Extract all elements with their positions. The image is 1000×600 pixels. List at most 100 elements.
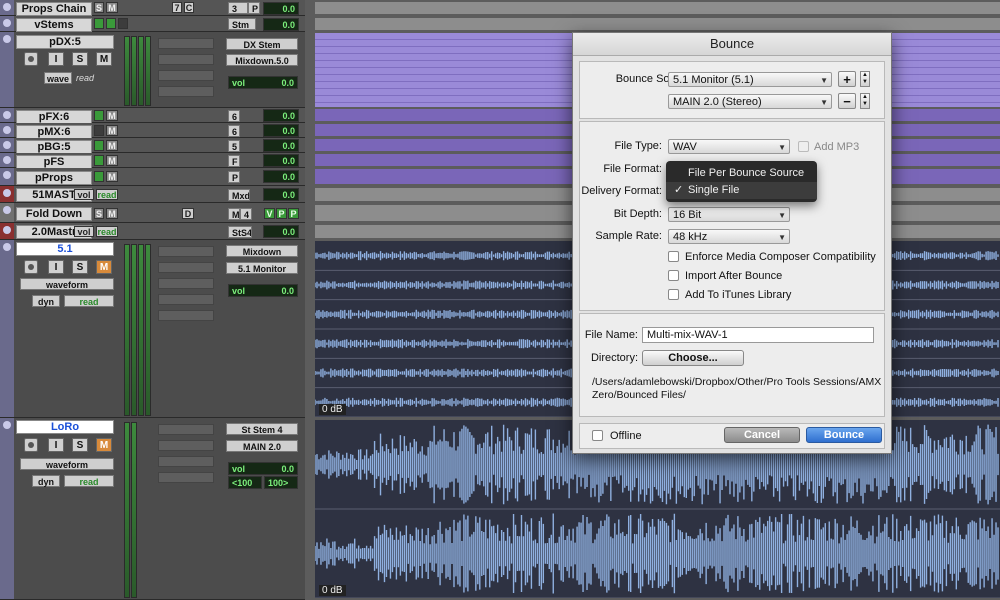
- mute-button[interactable]: M: [106, 125, 118, 136]
- insert-slot[interactable]: [158, 472, 214, 483]
- input-monitor-button[interactable]: [94, 155, 104, 166]
- input-button[interactable]: I: [48, 52, 64, 66]
- track-view-selector[interactable]: waveform: [20, 278, 114, 290]
- output-selector[interactable]: MAIN 2.0: [226, 440, 298, 452]
- mute-button[interactable]: M: [106, 171, 118, 182]
- output-selector[interactable]: 6: [228, 110, 240, 122]
- output-number[interactable]: 4: [240, 208, 252, 220]
- input-selector[interactable]: Mixdown: [226, 245, 298, 257]
- volume-readout[interactable]: 0.0: [263, 18, 299, 31]
- mute-button[interactable]: M: [106, 208, 118, 219]
- output-p[interactable]: P: [248, 2, 260, 14]
- insert-slot[interactable]: [158, 86, 214, 97]
- solo-button[interactable]: S: [72, 438, 88, 452]
- track-name[interactable]: pDX:5: [16, 35, 114, 49]
- io-number[interactable]: 7: [172, 2, 182, 13]
- cancel-button[interactable]: Cancel: [724, 427, 800, 443]
- input-monitor-button[interactable]: [94, 140, 104, 151]
- volume-readout[interactable]: vol 0.0: [228, 76, 298, 89]
- automation-mode[interactable]: read: [96, 226, 118, 237]
- input-selector[interactable]: St Stem 4: [226, 423, 298, 435]
- track-name[interactable]: pProps: [16, 171, 92, 185]
- insert-slot[interactable]: [158, 262, 214, 273]
- import-after-checkbox[interactable]: [668, 270, 679, 281]
- output-selector[interactable]: Mxd: [228, 189, 250, 201]
- insert-slot[interactable]: [158, 38, 214, 49]
- track-name[interactable]: vStems: [16, 18, 92, 32]
- output-selector[interactable]: Mixdown.5.0: [226, 54, 298, 66]
- insert-slot[interactable]: [158, 70, 214, 81]
- source-stepper[interactable]: ▲ ▼: [860, 93, 870, 109]
- volume-readout[interactable]: vol 0.0: [228, 462, 298, 475]
- record-button[interactable]: [24, 260, 38, 274]
- mute-button[interactable]: M: [106, 110, 118, 121]
- track-view-selector[interactable]: wave: [44, 72, 72, 84]
- output-selector[interactable]: F: [228, 155, 240, 167]
- source-stepper[interactable]: ▲ ▼: [860, 71, 870, 87]
- insert-slot[interactable]: [158, 294, 214, 305]
- p-button[interactable]: P: [288, 208, 299, 219]
- remove-source-button[interactable]: −: [838, 93, 856, 109]
- view-vol-label[interactable]: vol: [74, 226, 94, 237]
- bit-depth-select[interactable]: 16 Bit ▼: [668, 207, 790, 222]
- solo-button[interactable]: S: [94, 208, 104, 219]
- output-selector[interactable]: 3: [228, 2, 248, 14]
- insert-slot[interactable]: [158, 424, 214, 435]
- add-itunes-checkbox[interactable]: [668, 289, 679, 300]
- sample-rate-select[interactable]: 48 kHz ▼: [668, 229, 790, 244]
- output-selector[interactable]: 5: [228, 140, 240, 152]
- automation-mode[interactable]: read: [64, 295, 114, 307]
- bounce-button[interactable]: Bounce: [806, 427, 882, 443]
- bounce-source-2-select[interactable]: MAIN 2.0 (Stereo) ▼: [668, 94, 832, 109]
- insert-slot[interactable]: [158, 440, 214, 451]
- automation-mode[interactable]: read: [64, 475, 114, 487]
- lane-props-chain[interactable]: [315, 2, 1000, 14]
- volume-readout[interactable]: 0.0: [263, 225, 299, 238]
- pan-left-readout[interactable]: <100: [228, 476, 262, 489]
- output-selector[interactable]: M: [228, 208, 240, 220]
- p-button[interactable]: P: [276, 208, 287, 219]
- volume-readout[interactable]: 0.0: [263, 170, 299, 183]
- file-type-select[interactable]: WAV ▼: [668, 139, 790, 154]
- automation-mode[interactable]: read: [96, 189, 118, 200]
- input-monitor-button[interactable]: [94, 110, 104, 121]
- output-selector[interactable]: StS4: [228, 226, 252, 238]
- input-selector[interactable]: DX Stem: [226, 38, 298, 50]
- pan-right-readout[interactable]: 100>: [264, 476, 298, 489]
- dyn-button[interactable]: dyn: [32, 475, 60, 487]
- solo-button[interactable]: [118, 18, 128, 29]
- automation-mode[interactable]: read: [76, 73, 94, 83]
- insert-slot[interactable]: [158, 246, 214, 257]
- volume-readout[interactable]: 0.0: [263, 124, 299, 137]
- v-button[interactable]: V: [264, 208, 275, 219]
- offline-checkbox[interactable]: [592, 430, 603, 441]
- insert-slot[interactable]: [158, 456, 214, 467]
- lane-vstems[interactable]: [315, 18, 1000, 30]
- volume-readout[interactable]: 0.0: [263, 139, 299, 152]
- output-selector[interactable]: 5.1 Monitor: [226, 262, 298, 274]
- track-name[interactable]: Fold Down: [16, 207, 92, 221]
- volume-readout[interactable]: 0.0: [263, 109, 299, 122]
- add-mp3-checkbox[interactable]: [798, 141, 809, 152]
- volume-readout[interactable]: 0.0: [263, 154, 299, 167]
- input-button[interactable]: I: [48, 438, 64, 452]
- mute-button[interactable]: M: [106, 140, 118, 151]
- mute-button[interactable]: M: [106, 2, 118, 13]
- bounce-source-1-select[interactable]: 5.1 Monitor (5.1) ▼: [668, 72, 832, 87]
- enforce-mc-checkbox[interactable]: [668, 251, 679, 262]
- input-monitor-button[interactable]: [94, 125, 104, 136]
- track-view-selector[interactable]: waveform: [20, 458, 114, 470]
- output-selector[interactable]: 6: [228, 125, 240, 137]
- track-name[interactable]: pBG:5: [16, 140, 92, 154]
- insert-slot[interactable]: [158, 310, 214, 321]
- solo-button[interactable]: S: [72, 260, 88, 274]
- volume-readout[interactable]: 0.0: [263, 2, 299, 15]
- clip-gain-readout[interactable]: 0 dB: [319, 404, 346, 415]
- d-button[interactable]: D: [182, 208, 194, 219]
- add-source-button[interactable]: +: [838, 71, 856, 87]
- insert-slot[interactable]: [158, 54, 214, 65]
- menu-item-file-per-source[interactable]: File Per Bounce Source: [666, 165, 817, 182]
- file-name-input[interactable]: [642, 327, 874, 343]
- record-enable-button[interactable]: [94, 18, 104, 29]
- record-button[interactable]: [24, 52, 38, 66]
